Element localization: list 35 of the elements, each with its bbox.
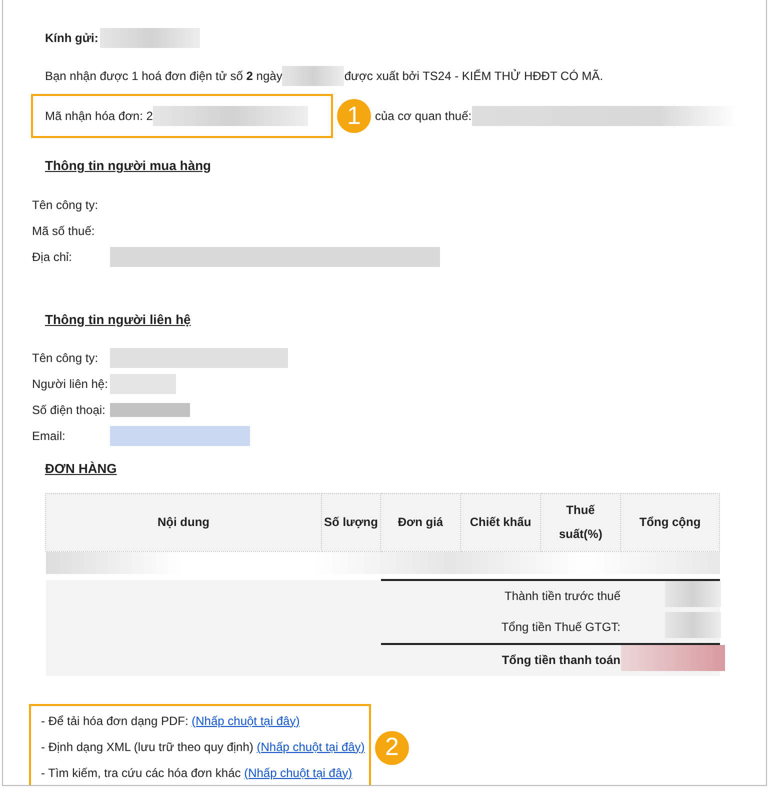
callout-badge: 2: [375, 730, 409, 764]
section-heading: Thông tin người liên hệ: [44, 310, 192, 329]
intro-text: Bạn nhận được 1 hoá đơn điện tử số 2 ngày: [45, 68, 282, 85]
instruction-text: - Tìm kiếm, tra cứu các hóa đơn khác: [41, 766, 242, 780]
column-header: Đơn giá: [380, 493, 460, 551]
column-header: Số lượng: [322, 493, 380, 551]
greeting-label: Kính gửi:: [45, 30, 98, 47]
intro-text: được xuất bởi TS24 - KIỂM THỬ HĐĐT CÓ MÃ.: [344, 68, 604, 85]
click-here-link[interactable]: (Nhấp chuột tại đây): [192, 714, 300, 728]
field-label: Mã số thuế:: [32, 222, 96, 240]
code-label: Mã nhận hóa đơn: 2: [45, 108, 153, 125]
field-label: Tên công ty:: [32, 196, 100, 214]
total-label: Thành tiền trước thuế: [504, 589, 620, 603]
field-label: Tên công ty:: [32, 350, 100, 367]
column-header: Chiết khấu: [460, 493, 540, 551]
callout-badge: 1: [337, 99, 371, 133]
redacted-bar: [664, 580, 720, 606]
column-header: Nội dung: [46, 493, 322, 551]
click-here-link[interactable]: (Nhấp chuột tại đây): [256, 740, 365, 754]
field-label: Số điện thoại:: [32, 402, 106, 419]
field-label: Người liên hệ:: [32, 376, 109, 393]
click-here-link[interactable]: (Nhấp chuột tại đây): [244, 766, 352, 780]
instruction-text: - Định dạng XML (lưu trữ theo quy định): [41, 740, 254, 754]
redacted-bar: [664, 612, 720, 638]
tax-authority-label: của cơ quan thuế:: [375, 108, 472, 125]
instruction-text: - Để tải hóa đơn dạng PDF:: [41, 714, 190, 728]
section-heading: Thông tin người mua hàng: [44, 157, 212, 175]
field-label: Địa chỉ:: [32, 248, 74, 266]
column-header: Thuế suất(%): [540, 493, 620, 551]
redacted-bar: [282, 66, 344, 86]
section-heading: ĐƠN HÀNG: [44, 460, 118, 478]
column-header: Tổng cộng: [620, 493, 720, 551]
total-label: Tổng tiền thanh toán: [502, 653, 620, 667]
total-label: Tổng tiền Thuế GTGT:: [501, 620, 620, 634]
field-label: Email:: [32, 428, 66, 445]
